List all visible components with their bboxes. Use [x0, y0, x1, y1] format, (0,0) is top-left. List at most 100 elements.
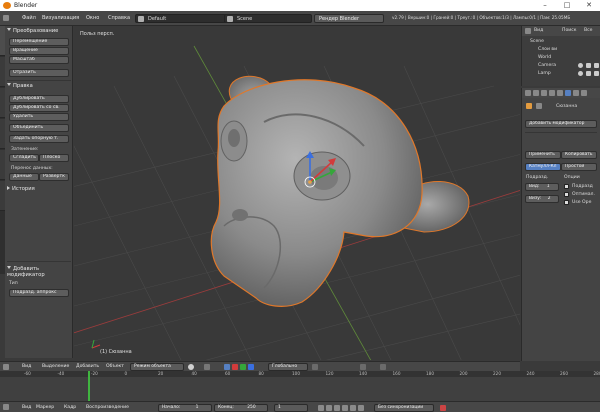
catmull-clark-option[interactable]: Катмулл-Кл	[525, 163, 561, 171]
outliner-item-scene[interactable]: Scene	[530, 39, 544, 44]
set-origin-button[interactable]: Задать опорную т.	[9, 135, 69, 143]
data-transfer-button[interactable]: Данные	[9, 173, 39, 181]
selectable-arrow-icon[interactable]	[586, 71, 591, 76]
translate-manipulator-icon[interactable]	[232, 364, 238, 370]
render-engine-select[interactable]: Рендер Blender	[314, 14, 384, 23]
physics-tab-icon[interactable]	[581, 90, 587, 96]
scale-manipulator-icon[interactable]	[248, 364, 254, 370]
rotate-manipulator-icon[interactable]	[240, 364, 246, 370]
menu-window[interactable]: Окно	[86, 15, 99, 21]
scene-tab-icon[interactable]	[541, 90, 547, 96]
outliner-search-menu[interactable]: Поиск	[562, 28, 577, 33]
mode-select[interactable]: Режим объекта	[130, 363, 184, 371]
select-menu[interactable]: Выделение	[42, 364, 69, 369]
playback-menu[interactable]: Воспроизведение	[86, 405, 129, 410]
object-menu[interactable]: Объект	[106, 364, 124, 369]
jump-start-icon[interactable]	[318, 405, 324, 411]
optimal-display-checkbox[interactable]	[564, 192, 569, 197]
render-tab-icon[interactable]	[525, 90, 531, 96]
menu-file[interactable]: Файл	[22, 15, 36, 21]
editor-type-icon[interactable]	[3, 15, 9, 21]
visibility-eye-icon[interactable]	[578, 71, 583, 76]
prev-keyframe-icon[interactable]	[326, 405, 332, 411]
timeline-view-menu[interactable]: Вид	[22, 405, 31, 410]
render-icon[interactable]	[380, 364, 386, 370]
outliner-item-lamp[interactable]: Lamp	[538, 71, 551, 76]
outliner-item-renderlayers[interactable]: Слои ви	[538, 47, 557, 52]
menu-render[interactable]: Визуализация	[42, 15, 79, 21]
outliner-item-world[interactable]: World	[538, 55, 551, 60]
menu-help[interactable]: Справка	[108, 15, 130, 21]
outliner-view-menu[interactable]: Вид	[534, 28, 543, 33]
rotate-button[interactable]: Вращение	[9, 47, 69, 55]
play-reverse-icon[interactable]	[334, 405, 340, 411]
record-icon[interactable]	[440, 405, 446, 411]
current-frame-indicator[interactable]	[88, 371, 90, 401]
play-icon[interactable]	[342, 405, 348, 411]
material-tab-icon[interactable]	[573, 90, 579, 96]
subdivide-uvs-checkbox[interactable]	[564, 184, 569, 189]
use-opensubdiv-checkbox[interactable]	[564, 200, 569, 205]
simple-option[interactable]: Простой	[561, 163, 597, 171]
view-levels-field[interactable]: Вид: 1	[525, 183, 559, 191]
snap-icon[interactable]	[360, 364, 366, 370]
uv-transfer-button[interactable]: Развёртк	[39, 173, 69, 181]
outliner-item-camera[interactable]: Camera	[538, 63, 556, 68]
current-frame-field[interactable]: 1	[274, 404, 308, 412]
jump-end-icon[interactable]	[358, 405, 364, 411]
copy-modifier-button[interactable]: Копировать	[561, 151, 597, 159]
mirror-button[interactable]: Отразить	[9, 69, 69, 77]
minimize-button[interactable]: –	[534, 0, 556, 11]
shade-flat-button[interactable]: Плоско	[39, 154, 69, 162]
layout-selector[interactable]: Default	[135, 14, 227, 23]
history-panel-header[interactable]: История	[7, 186, 35, 194]
modifier-tab-icon[interactable]	[565, 90, 571, 96]
delete-button[interactable]: Удалить	[9, 113, 69, 121]
editor-type-icon[interactable]	[3, 404, 9, 410]
3d-viewport[interactable]: Польз персп. (1) Сюзанна	[74, 26, 520, 360]
duplicate-linked-button[interactable]: Дублировать со св.	[9, 104, 69, 112]
translate-button[interactable]: Перемещение	[9, 38, 69, 46]
transform-orientation-select[interactable]: Глобально	[268, 363, 308, 371]
modifier-type-select[interactable]: Подразд. аппрокс	[9, 289, 69, 297]
editor-type-icon[interactable]	[3, 364, 9, 370]
next-keyframe-icon[interactable]	[350, 405, 356, 411]
duplicate-button[interactable]: Дублировать	[9, 95, 69, 103]
edit-panel-header[interactable]: Правка	[7, 83, 33, 91]
viewport-canvas[interactable]	[74, 26, 520, 360]
end-frame-field[interactable]: Конец: 250	[214, 404, 268, 412]
render-levels-field[interactable]: Визу: 2	[525, 195, 559, 203]
manipulator-toggle-icon[interactable]	[224, 364, 230, 370]
render-camera-icon[interactable]	[594, 63, 599, 68]
transform-panel-header[interactable]: Преобразование	[7, 28, 58, 36]
layers-tab-icon[interactable]	[533, 90, 539, 96]
add-menu[interactable]: Добавить	[76, 364, 99, 369]
apply-modifier-button[interactable]: Применить	[525, 151, 561, 159]
shade-smooth-button[interactable]: Сгладить	[9, 154, 39, 162]
world-tab-icon[interactable]	[549, 90, 555, 96]
scene-selector[interactable]: Scene	[224, 14, 312, 23]
marker-menu[interactable]: Маркер	[36, 405, 54, 410]
view-menu[interactable]: Вид	[22, 364, 31, 369]
render-camera-icon[interactable]	[594, 71, 599, 76]
suzanne-mesh[interactable]	[210, 75, 470, 307]
add-modifier-select[interactable]: Добавить модификатор	[525, 120, 597, 128]
layers-icon[interactable]	[312, 364, 318, 370]
join-button[interactable]: Объединить	[9, 124, 69, 132]
maximize-button[interactable]: □	[556, 0, 578, 11]
pivot-icon[interactable]	[204, 364, 210, 370]
object-tab-icon[interactable]	[557, 90, 563, 96]
close-button[interactable]: ✕	[578, 0, 600, 11]
sync-mode-select[interactable]: Без синхронизации	[374, 404, 434, 412]
visibility-eye-icon[interactable]	[578, 63, 583, 68]
timeline-editor[interactable]: -60 -40 -20 0 20 40 60 80 100 120 140 160 180 200 220 2…	[0, 371, 600, 401]
scale-button[interactable]: Масштаб	[9, 56, 69, 64]
editor-type-icon[interactable]	[525, 28, 531, 34]
start-frame-field[interactable]: Начало: 1	[158, 404, 212, 412]
selectable-arrow-icon[interactable]	[586, 63, 591, 68]
timeline-area[interactable]	[0, 377, 600, 401]
add-modifier-operator-header[interactable]: Добавить модификатор	[7, 266, 72, 278]
frame-menu[interactable]: Кадр	[64, 405, 76, 410]
viewport-shading-icon[interactable]	[188, 364, 194, 370]
outliner-display-mode[interactable]: Все	[584, 28, 593, 33]
